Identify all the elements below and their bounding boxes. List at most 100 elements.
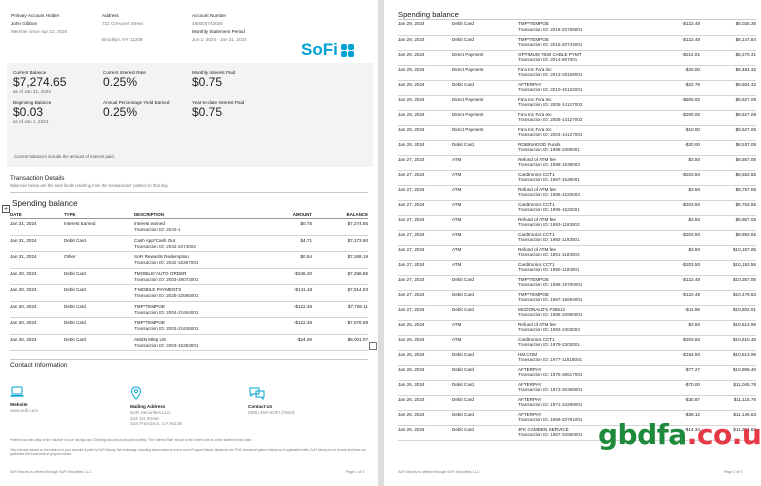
row-description: OPTIMUM 7830 CABLE PYMT Transaction ID: 2…: [518, 50, 636, 66]
row-description: AMZN Mktp US Transaction ID: 2003-1535300…: [134, 334, 252, 351]
ytd-interest: Year-to-date Interest Paid $0.75: [192, 100, 244, 119]
row-date: Jan 27, 2024: [398, 155, 452, 171]
row-transaction-id: Transaction ID: 2010-15102001: [518, 87, 583, 93]
address-line2: Brooklyn, NY 11208: [102, 37, 143, 42]
row-type: ATM: [452, 230, 518, 246]
table-row: Jan 30, 2024 Debit Card AMZN Mktp US Transa…: [10, 334, 368, 351]
table-row: Jan 27, 2024 Debit Card TMP*TEMPOE Transact…: [398, 290, 756, 306]
contact-info-title: Contact Information: [10, 362, 68, 369]
row-balance: $8,753.55: [700, 200, 756, 216]
row-amount: $0.54: [252, 251, 312, 269]
table-row: Jan 31, 2024 Debit Card Cash App*Cash Out T…: [10, 235, 368, 252]
row-type: ATM: [452, 215, 518, 231]
row-amount: -$203.50: [636, 335, 700, 351]
row-transaction-id: Transaction ID: 1997-1539001: [518, 177, 580, 183]
chat-bubbles-icon: [249, 387, 265, 400]
row-balance: $8,557.05: [700, 155, 756, 171]
table-row: Jan 30, 2024 Debit Card TMP*TEMPOE Transact…: [10, 317, 368, 335]
row-type: Direct Payment: [452, 125, 518, 141]
row-type: Debit Card: [452, 20, 518, 36]
row-date: Jan 26, 2024: [398, 350, 452, 366]
row-amount: -$154.50: [636, 350, 700, 366]
table-row: Jan 29, 2024 Debit Card TMP*TEMPOE Transact…: [398, 35, 756, 51]
spending-balance-title-page2: Spending balance: [398, 10, 459, 19]
account-holder-label: Primary Account Holder: [11, 13, 60, 18]
table-row: Jan 30, 2024 Debit Card TMP*TEMPOE Transact…: [10, 301, 368, 318]
current-balance-date: as of Jan 31, 2024: [13, 89, 51, 94]
row-date: Jan 27, 2024: [398, 230, 452, 246]
row-amount: -$24.29: [252, 334, 312, 351]
row-description: TMP*TEMPOE Transaction ID: 2018-20768001: [518, 20, 636, 36]
row-transaction-id: Transaction ID: 1987-18694001: [518, 297, 583, 303]
row-date: Jan 29, 2024: [398, 50, 452, 66]
current-balance: Current Balance $7,274.65 as of Jan 31, …: [13, 70, 66, 94]
row-type: Debit Card: [452, 410, 518, 426]
row-balance: $11,115.76: [700, 395, 756, 411]
row-transaction-id: Transaction ID: 2005-14127002: [518, 117, 583, 123]
website-block: Website www.sofi.com: [10, 386, 38, 414]
row-description: TMP*TEMPOE Transaction ID: 2015-20744001: [518, 35, 636, 51]
row-amount: -$346.20: [252, 268, 312, 285]
row-balance: $7,268.65: [312, 268, 368, 285]
row-description: Interest earned Transaction ID: 2043-1: [134, 218, 252, 236]
account-holder-name: John Gibbon: [11, 21, 38, 26]
table-row: Jan 27, 2024 ATM Refund of ATM fee Transact…: [398, 155, 756, 171]
row-balance: $10,613.99: [700, 320, 756, 336]
expand-table-icon[interactable]: +: [2, 205, 10, 213]
footer-left: SoFi Money is offered through SoFi Secur…: [10, 470, 92, 474]
balance-note: Current balances include the amount of i…: [14, 154, 115, 159]
account-number-label: Account Number: [192, 13, 227, 18]
member-since: Member since Apr 22, 2020: [11, 29, 68, 34]
row-amount: -$20.00: [636, 140, 700, 156]
row-amount: -$22.79: [636, 80, 700, 96]
website-link[interactable]: www.sofi.com: [10, 408, 38, 414]
table-row: Jan 26, 2024 Debit Card AFTERPAY Transactio…: [398, 395, 756, 411]
apy-earned: Annual Percentage Yield Earned 0.25%: [103, 100, 169, 119]
address-block: Address 722 Crescent Street Brooklyn, NY…: [102, 12, 143, 44]
location-pin-icon: [130, 386, 142, 400]
row-amount: $3.50: [636, 155, 700, 171]
row-date: Jan 26, 2024: [398, 395, 452, 411]
row-amount: -$77.27: [636, 365, 700, 381]
row-balance: $8,270.31: [700, 50, 756, 66]
table-row: Jan 27, 2024 ATM Cardtronics CCT1 Transacti…: [398, 200, 756, 216]
row-amount: -$600.00: [636, 95, 700, 111]
row-transaction-id: Transaction ID: 1971-34288001: [518, 402, 583, 408]
contact-phone[interactable]: (855) 456-SOFI (7634): [248, 410, 294, 416]
row-description: HM.COM Transaction ID: 1977-11618001: [518, 350, 636, 366]
row-amount: -$141.18: [252, 284, 312, 302]
row-type: Debit Card: [452, 365, 518, 381]
mailing-address-block: Mailing Address SoFi Securities LLC 234 …: [130, 386, 182, 427]
beginning-balance-date: as of Jan 1, 2024: [13, 119, 49, 124]
row-transaction-id: Transaction ID: 1998-3389001: [518, 147, 580, 153]
row-description: TMOBILE*AUTO ORDER Transaction ID: 2003-2…: [134, 268, 252, 285]
row-amount: -$203.50: [636, 230, 700, 246]
row-balance: $8,757.05: [700, 185, 756, 201]
fine-print-2: *Any interest earned on the balance in y…: [10, 448, 366, 456]
statement-period-label: Monthly Statement Period: [192, 29, 245, 34]
row-date: Jan 26, 2024: [398, 425, 452, 441]
row-transaction-id: Transaction ID: 2004-21694001: [134, 309, 199, 315]
table-row: Jan 26, 2024 Debit Card AFTERPAY Transactio…: [398, 365, 756, 381]
contact-us-block: Contact Us (855) 456-SOFI (7634): [248, 386, 294, 416]
row-description: AFTERPAY Transaction ID: 1971-34288001: [518, 395, 636, 411]
footer-page-number-page2: Page 2 of 3: [724, 470, 743, 474]
interest-rate: Current Interest Rate 0.25%: [103, 70, 146, 89]
row-amount: -$10.00: [636, 125, 700, 141]
row-amount: $3.50: [636, 215, 700, 231]
table-row: Jan 26, 2024 ATM Refund of ATM fee Transact…: [398, 320, 756, 336]
address-line1: 722 Crescent Street: [102, 21, 143, 26]
footer-page-number: Page 1 of 3: [346, 470, 365, 474]
statement-page-1: Primary Account Holder John Gibbon Membe…: [0, 0, 378, 486]
row-transaction-id: Transaction ID: 1983-2303003: [518, 327, 580, 333]
row-balance: $10,157.05: [700, 245, 756, 261]
row-description: Fa'a Inc Fa'a Inc Transaction ID: 2004-14…: [518, 125, 636, 141]
row-amount: $3.50: [636, 320, 700, 336]
row-balance: $7,878.59: [312, 317, 368, 335]
row-type: ATM: [452, 170, 518, 186]
row-balance: $8,001.07: [312, 334, 368, 351]
page-scroll-handle[interactable]: [369, 342, 377, 350]
row-type: Other: [64, 251, 134, 269]
row-date: Jan 29, 2024: [398, 35, 452, 51]
row-date: Jan 31, 2024: [10, 218, 64, 236]
